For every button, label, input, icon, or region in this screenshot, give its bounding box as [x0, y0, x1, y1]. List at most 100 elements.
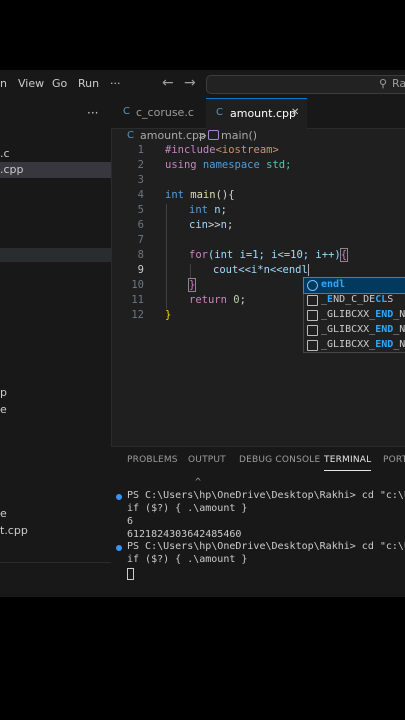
- tab-debug-console[interactable]: DEBUG CONSOLE: [239, 455, 320, 465]
- code-token: <iostream>: [215, 144, 279, 156]
- tab-c-coruse[interactable]: C c_coruse.c: [111, 98, 205, 128]
- menu-more[interactable]: ···: [110, 77, 121, 90]
- cpp-file-icon: C: [216, 107, 223, 118]
- code-line[interactable]: int main(){: [165, 189, 235, 201]
- constant-icon: [307, 340, 318, 351]
- suggestion-match: END: [375, 309, 394, 320]
- terminal-line: PS C:\Users\hp\OneDrive\Desktop\Rakhi> c…: [127, 541, 405, 552]
- breadcrumb-symbol[interactable]: main(): [221, 129, 257, 142]
- code-token: std;: [259, 159, 292, 171]
- explorer-item[interactable]: p: [0, 385, 111, 401]
- explorer-item[interactable]: .c: [0, 146, 111, 162]
- code-token: cin: [189, 219, 208, 231]
- arrow-left-icon[interactable]: ←: [162, 75, 174, 91]
- suggestion-label: _N: [393, 339, 405, 350]
- tab-problems[interactable]: PROBLEMS: [127, 455, 178, 465]
- text-cursor: [307, 264, 309, 276]
- suggestion-item[interactable]: _END_C_DECLS: [304, 293, 405, 308]
- suggestion-label: _GLIBCXX_: [321, 339, 376, 350]
- tab-ports[interactable]: PORTS: [383, 455, 405, 465]
- suggestion-label: _N: [393, 324, 405, 335]
- constant-icon: [307, 325, 318, 336]
- title-bar: n View Go Run ··· ← → ⚲ Ra: [0, 70, 405, 99]
- more-actions-icon[interactable]: ···: [87, 106, 98, 120]
- tab-label: amount.cpp: [230, 107, 296, 120]
- terminal-scroll-marker: ^: [195, 477, 202, 488]
- tab-label: c_coruse.c: [136, 106, 194, 119]
- explorer-item-selected[interactable]: .cpp: [0, 162, 111, 178]
- explorer-item[interactable]: e: [0, 402, 111, 418]
- bottom-panel: PROBLEMS OUTPUT DEBUG CONSOLE TERMINAL P…: [111, 446, 405, 597]
- explorer-item-label: .c: [0, 147, 10, 160]
- cpp-file-icon: C: [127, 130, 134, 141]
- breadcrumb-file[interactable]: amount.cpp: [140, 129, 206, 142]
- line-number: 3: [137, 174, 144, 186]
- suggestion-match: END: [375, 324, 394, 335]
- line-number: 1: [137, 144, 144, 156]
- line-number: 4: [137, 189, 144, 201]
- command-center-search[interactable]: ⚲ Ra: [206, 75, 405, 94]
- function-icon: [208, 130, 219, 140]
- suggestion-match: CL: [375, 294, 388, 305]
- suggestion-item[interactable]: _GLIBCXX_END_N: [304, 323, 405, 338]
- code-line[interactable]: cin>>n;: [189, 219, 233, 231]
- code-token: main: [183, 189, 216, 201]
- menu-view[interactable]: View: [18, 77, 44, 90]
- code-token: (){: [215, 189, 235, 201]
- constant-icon: [307, 295, 318, 306]
- code-token: ;: [239, 294, 246, 306]
- line-number: 7: [137, 234, 144, 246]
- suggestion-item[interactable]: _GLIBCXX_END_N: [304, 338, 405, 353]
- indent-guide: [166, 204, 167, 309]
- tab-amount-cpp[interactable]: C amount.cpp ✕: [206, 98, 307, 129]
- close-icon[interactable]: ✕: [291, 107, 299, 118]
- menu-run[interactable]: Run: [78, 77, 99, 90]
- terminal-line: if ($?) { .\amount }: [127, 554, 248, 565]
- explorer-item-hover[interactable]: [0, 248, 111, 262]
- code-token: namespace: [196, 159, 260, 171]
- code-line[interactable]: using namespace std;: [165, 159, 291, 171]
- menu-selection-partial[interactable]: n: [0, 77, 7, 90]
- explorer-item[interactable]: t.cpp: [0, 523, 111, 539]
- code-line-current[interactable]: cout<<i*n<<endl: [213, 264, 309, 276]
- tab-terminal[interactable]: TERMINAL: [324, 455, 372, 471]
- tab-output[interactable]: OUTPUT: [188, 455, 226, 465]
- code-token: cout<<i*n<<endl: [213, 264, 308, 276]
- suggestion-label: _N: [393, 309, 405, 320]
- code-token: (int i=1; i<=10; i++): [207, 249, 341, 261]
- constant-icon: [307, 310, 318, 321]
- explorer-item-label: .cpp: [0, 163, 24, 176]
- line-number: 5: [137, 204, 144, 216]
- suggestion-item-selected[interactable]: endl: [303, 277, 405, 294]
- code-line[interactable]: }: [187, 278, 197, 292]
- breadcrumb-separator: >: [198, 129, 208, 142]
- command-success-icon: [116, 494, 122, 500]
- terminal-line: PS C:\Users\hp\OneDrive\Desktop\Rakhi> c…: [127, 490, 405, 501]
- code-line[interactable]: int n;: [189, 204, 227, 216]
- code-token: 0: [226, 294, 240, 306]
- explorer-sidebar: ··· .c .cpp p e e t.cpp: [0, 98, 112, 597]
- suggestion-match: END: [375, 339, 394, 350]
- code-line[interactable]: }: [165, 309, 171, 321]
- code-line[interactable]: for(int i=1; i<=10; i++){: [189, 248, 349, 262]
- search-icon: ⚲: [379, 77, 388, 90]
- line-number: 8: [137, 249, 144, 261]
- menu-go[interactable]: Go: [52, 77, 67, 90]
- terminal-cursor[interactable]: [127, 568, 134, 580]
- arrow-right-icon[interactable]: →: [184, 75, 196, 91]
- suggestion-label: _GLIBCXX_: [321, 309, 376, 320]
- code-token: int: [165, 189, 184, 201]
- code-line[interactable]: return 0;: [189, 294, 246, 306]
- suggestion-label: S: [387, 294, 394, 305]
- line-number: 12: [131, 309, 144, 321]
- code-token: return: [189, 294, 227, 306]
- matching-bracket: {: [339, 248, 349, 262]
- suggestion-item[interactable]: _GLIBCXX_END_N: [304, 308, 405, 323]
- code-token: n: [207, 204, 221, 216]
- line-number: 10: [131, 279, 144, 291]
- code-token: }: [165, 309, 172, 321]
- explorer-item[interactable]: e: [0, 506, 111, 522]
- search-text: Ra: [392, 77, 405, 90]
- code-line[interactable]: #include<iostream>: [165, 144, 279, 156]
- code-token: #include: [165, 144, 216, 156]
